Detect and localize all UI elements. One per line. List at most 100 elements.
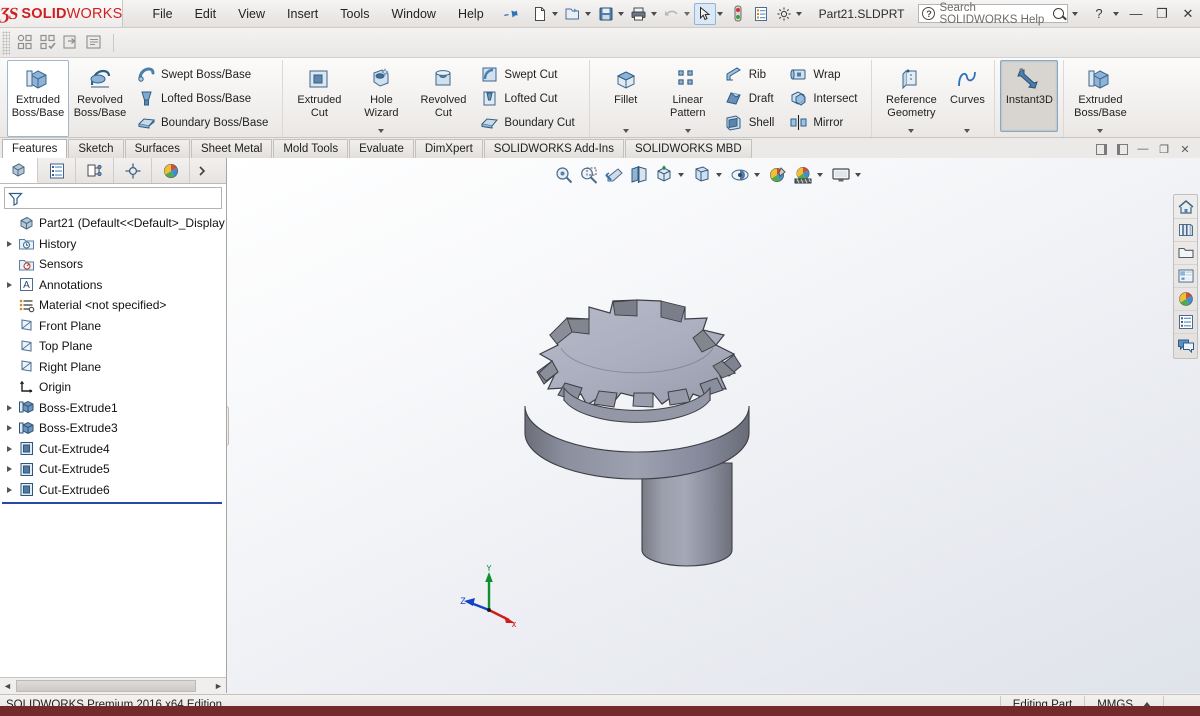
menu-help[interactable]: Help bbox=[447, 3, 495, 25]
view-orientation-caret[interactable] bbox=[677, 164, 688, 186]
display-manager-tab[interactable] bbox=[152, 158, 190, 183]
options-gear-icon[interactable] bbox=[773, 3, 795, 25]
wrap-button[interactable]: Wrap bbox=[785, 63, 864, 87]
help-dropdown-caret[interactable] bbox=[1113, 11, 1119, 16]
search-dropdown-caret[interactable] bbox=[1072, 11, 1078, 16]
tab-sheet-metal[interactable]: Sheet Metal bbox=[190, 139, 273, 158]
apply-scene-caret[interactable] bbox=[816, 164, 827, 186]
tree-item-cut-extrude6[interactable]: Cut-Extrude6 bbox=[0, 480, 226, 501]
restore-button[interactable]: ❐ bbox=[1150, 4, 1174, 24]
tree-horizontal-scrollbar[interactable]: ◄ ► bbox=[0, 677, 226, 693]
feature-tree[interactable]: Part21 (Default<<Default>_Display State … bbox=[0, 210, 226, 677]
view-palette-button[interactable] bbox=[1174, 265, 1197, 288]
search-input-placeholder[interactable]: Search SOLIDWORKS Help bbox=[939, 2, 1053, 26]
tree-item-boss-extrude3[interactable]: Boss-Extrude3 bbox=[0, 418, 226, 439]
magnifier-icon[interactable] bbox=[1053, 8, 1064, 19]
fillet-button[interactable]: Fillet bbox=[595, 60, 657, 137]
tree-item-top-plane[interactable]: Top Plane bbox=[0, 336, 226, 357]
menu-tools[interactable]: Tools bbox=[329, 3, 380, 25]
feature-manager-tree-tab[interactable] bbox=[0, 158, 38, 183]
mirror-button[interactable]: Mirror bbox=[785, 111, 864, 135]
extruded-cut-button[interactable]: Extruded Cut bbox=[288, 60, 350, 137]
file-properties-icon[interactable] bbox=[750, 3, 772, 25]
rib-button[interactable]: Rib bbox=[721, 63, 782, 87]
doc-tile-right-button[interactable] bbox=[1113, 141, 1131, 157]
select-arrow-icon[interactable] bbox=[693, 2, 716, 25]
reference-geometry-dropdown-caret[interactable] bbox=[908, 129, 915, 133]
extruded-boss-2-dropdown-caret[interactable] bbox=[1097, 129, 1104, 133]
revolved-cut-button[interactable]: Revolved Cut bbox=[412, 60, 474, 137]
view-settings-button[interactable] bbox=[829, 164, 852, 187]
tree-item-material[interactable]: Material <not specified> bbox=[0, 295, 226, 316]
new-dropdown-caret[interactable] bbox=[551, 11, 558, 16]
open-folder-icon[interactable] bbox=[562, 3, 584, 25]
previous-view-button[interactable] bbox=[602, 164, 625, 187]
select-dropdown-caret[interactable] bbox=[716, 11, 723, 16]
intersect-button[interactable]: Intersect bbox=[785, 87, 864, 111]
tree-item-boss-extrude1[interactable]: Boss-Extrude1 bbox=[0, 398, 226, 419]
swept-cut-button[interactable]: Swept Cut bbox=[476, 63, 581, 87]
print-icon[interactable] bbox=[628, 3, 650, 25]
shell-button[interactable]: Shell bbox=[721, 111, 782, 135]
scroll-left-icon[interactable]: ◄ bbox=[0, 679, 15, 693]
save-icon[interactable] bbox=[595, 3, 617, 25]
tab-surfaces[interactable]: Surfaces bbox=[124, 139, 190, 158]
view-orientation-button[interactable] bbox=[652, 164, 675, 187]
section-view-button[interactable] bbox=[627, 164, 650, 187]
help-button[interactable]: ? bbox=[1087, 4, 1111, 24]
tab-features[interactable]: Features bbox=[2, 139, 68, 158]
hide-show-caret[interactable] bbox=[753, 164, 764, 186]
toolbar-grip[interactable] bbox=[2, 30, 10, 55]
solidworks-resources-button[interactable] bbox=[1174, 196, 1197, 219]
view-settings-caret[interactable] bbox=[854, 164, 865, 186]
tree-item-annotations[interactable]: A Annotations bbox=[0, 275, 226, 296]
pushpin-icon[interactable] bbox=[502, 4, 521, 23]
graphics-area[interactable]: Y x Z bbox=[227, 158, 1200, 693]
boss-extrude3-expander[interactable] bbox=[2, 425, 16, 432]
apply-scene-button[interactable] bbox=[791, 164, 814, 187]
menu-edit[interactable]: Edit bbox=[184, 3, 228, 25]
undo-icon[interactable] bbox=[661, 3, 683, 25]
curves-button[interactable]: Curves bbox=[945, 60, 989, 137]
doc-tile-left-button[interactable] bbox=[1092, 141, 1110, 157]
cut-extrude6-expander[interactable] bbox=[2, 486, 16, 493]
zoom-to-area-button[interactable] bbox=[577, 164, 600, 187]
panel-splitter-handle[interactable] bbox=[227, 406, 229, 446]
tab-mold-tools[interactable]: Mold Tools bbox=[273, 139, 349, 158]
hole-wizard-dropdown-caret[interactable] bbox=[378, 129, 385, 133]
undo-dropdown-caret[interactable] bbox=[683, 11, 690, 16]
settings-list-icon[interactable] bbox=[85, 33, 105, 53]
scroll-right-icon[interactable]: ► bbox=[211, 679, 226, 693]
boundary-cut-button[interactable]: Boundary Cut bbox=[476, 111, 581, 135]
minimize-button[interactable]: — bbox=[1124, 4, 1148, 24]
lofted-boss-base-button[interactable]: Lofted Boss/Base bbox=[133, 87, 275, 111]
design-library-button[interactable] bbox=[1174, 219, 1197, 242]
import-items-icon[interactable] bbox=[62, 33, 82, 53]
boundary-boss-base-button[interactable]: Boundary Boss/Base bbox=[133, 111, 275, 135]
swept-boss-base-button[interactable]: Swept Boss/Base bbox=[133, 63, 275, 87]
history-expander[interactable] bbox=[2, 240, 16, 247]
new-assembly-icon[interactable] bbox=[16, 33, 36, 53]
tab-dimxpert[interactable]: DimXpert bbox=[414, 139, 483, 158]
menu-view[interactable]: View bbox=[227, 3, 276, 25]
draft-button[interactable]: Draft bbox=[721, 87, 782, 111]
lofted-cut-button[interactable]: Lofted Cut bbox=[476, 87, 581, 111]
configuration-manager-tab[interactable] bbox=[76, 158, 114, 183]
curves-dropdown-caret[interactable] bbox=[964, 129, 971, 133]
zoom-to-fit-button[interactable] bbox=[552, 164, 575, 187]
more-manager-tabs-icon[interactable] bbox=[190, 158, 226, 183]
rebuild-traffic-icon[interactable] bbox=[727, 3, 749, 25]
part-model-3d[interactable] bbox=[517, 288, 857, 588]
display-style-caret[interactable] bbox=[715, 164, 726, 186]
reference-geometry-button[interactable]: Reference Geometry bbox=[877, 60, 945, 137]
hole-wizard-button[interactable]: Hole Wizard bbox=[350, 60, 412, 137]
tab-solidworks-add-ins[interactable]: SOLIDWORKS Add-Ins bbox=[483, 139, 624, 158]
new-document-icon[interactable] bbox=[529, 3, 551, 25]
tree-item-right-plane[interactable]: Right Plane bbox=[0, 357, 226, 378]
rollback-bar[interactable] bbox=[2, 502, 222, 504]
property-manager-tab[interactable] bbox=[38, 158, 76, 183]
file-explorer-button[interactable] bbox=[1174, 242, 1197, 265]
close-button[interactable]: ✕ bbox=[1176, 4, 1200, 24]
save-dropdown-caret[interactable] bbox=[617, 11, 624, 16]
tree-item-sensors[interactable]: Sensors bbox=[0, 254, 226, 275]
